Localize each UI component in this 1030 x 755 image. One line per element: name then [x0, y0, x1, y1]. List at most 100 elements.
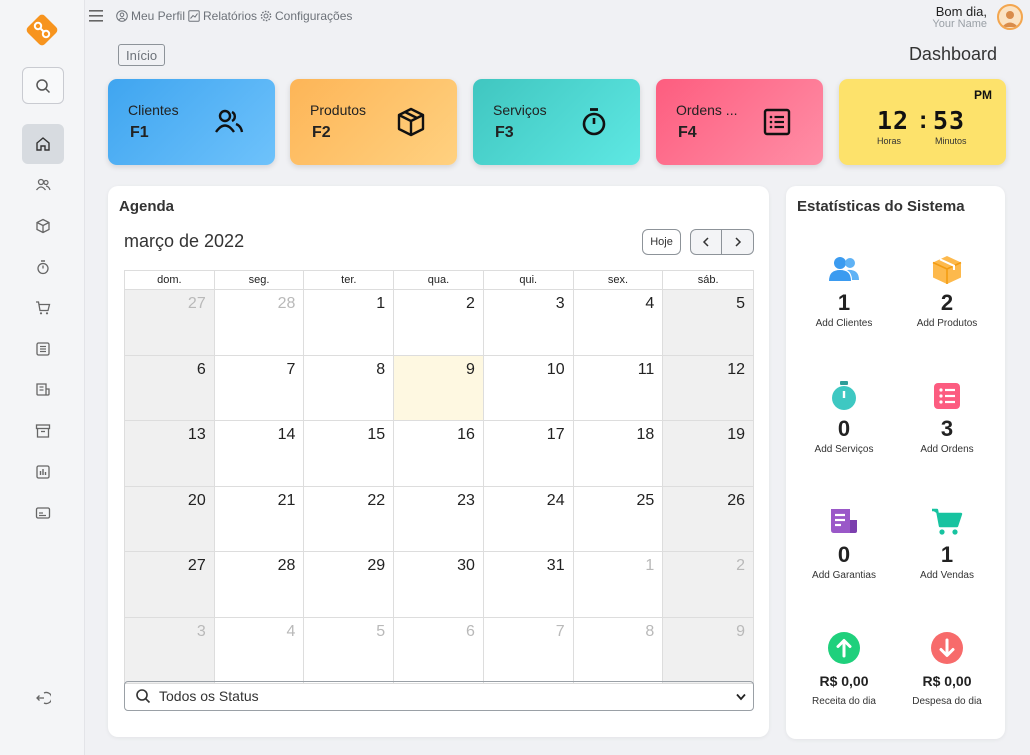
- calendar-day[interactable]: 2: [394, 290, 484, 355]
- chevron-down-icon: [736, 693, 746, 701]
- stat-add-warranties[interactable]: 0 Add Garantias: [794, 505, 894, 581]
- logout-icon: [36, 691, 51, 705]
- sidebar-item-id-card[interactable]: [22, 493, 64, 533]
- breadcrumb[interactable]: Início: [118, 44, 166, 66]
- stat-add-products[interactable]: 2 Add Produtos: [897, 253, 997, 329]
- calendar-day[interactable]: 11: [574, 355, 664, 420]
- stat-add-services[interactable]: 0 Add Serviços: [794, 379, 894, 455]
- calendar-day[interactable]: 1: [574, 552, 664, 617]
- stat-daily-revenue[interactable]: R$ 0,00 Receita do dia: [794, 631, 894, 707]
- calendar-day[interactable]: 31: [484, 552, 574, 617]
- sidebar-item-logout[interactable]: [22, 678, 64, 718]
- calendar-day[interactable]: 22: [304, 486, 395, 551]
- calendar-day[interactable]: 21: [215, 486, 305, 551]
- receipt-icon: [831, 509, 857, 533]
- menu-toggle-icon[interactable]: [89, 10, 103, 22]
- calendar-day[interactable]: 9: [663, 617, 754, 683]
- sidebar-item-home[interactable]: [22, 124, 64, 164]
- box-icon: [932, 256, 962, 284]
- settings-link[interactable]: Configurações: [260, 9, 352, 23]
- calendar-day[interactable]: 6: [125, 355, 215, 420]
- stat-add-orders[interactable]: 3 Add Ordens: [897, 379, 997, 455]
- reports-link[interactable]: Relatórios: [188, 9, 257, 23]
- sidebar: [0, 0, 85, 755]
- calendar-day[interactable]: 3: [125, 617, 215, 683]
- sidebar-item-clients[interactable]: [22, 165, 64, 205]
- calendar-day[interactable]: 4: [215, 617, 305, 683]
- calendar-day[interactable]: 8: [304, 355, 395, 420]
- status-filter-select[interactable]: Todos os Status: [124, 681, 754, 711]
- sidebar-item-reports[interactable]: [22, 452, 64, 492]
- calendar-day[interactable]: 3: [484, 290, 574, 355]
- calendar-day[interactable]: 16: [394, 421, 484, 486]
- settings-link-label: Configurações: [275, 9, 353, 23]
- calendar-day[interactable]: 28: [215, 552, 305, 617]
- calendar-day[interactable]: 18: [574, 421, 664, 486]
- sidebar-item-warranties[interactable]: [22, 370, 64, 410]
- calendar-day[interactable]: 30: [394, 552, 484, 617]
- today-button[interactable]: Hoje: [642, 229, 681, 255]
- calendar-week: 27 28 29 30 31 1 2: [125, 552, 754, 618]
- calendar-day[interactable]: 20: [125, 486, 215, 551]
- calendar-day[interactable]: 12: [663, 355, 754, 420]
- greeting-text: Bom dia,: [935, 4, 987, 19]
- calendar-day[interactable]: 5: [304, 617, 395, 683]
- sidebar-item-services[interactable]: [22, 247, 64, 287]
- clock-hours-label: Horas: [877, 136, 902, 146]
- stats-title: Estatísticas do Sistema: [797, 198, 965, 215]
- calendar-day[interactable]: 24: [484, 486, 574, 551]
- calendar-day[interactable]: 14: [215, 421, 305, 486]
- calendar-day[interactable]: 29: [304, 552, 395, 617]
- shortcut-card-clients[interactable]: Clientes F1: [108, 79, 275, 165]
- clock-card: PM 12 : 53 Horas Minutos: [839, 79, 1006, 165]
- calendar-day[interactable]: 2: [663, 552, 754, 617]
- stat-label: Add Clientes: [815, 318, 873, 329]
- calendar-day[interactable]: 4: [574, 290, 664, 355]
- stat-label: Receita do dia: [812, 696, 876, 707]
- list-icon: [36, 342, 50, 356]
- app-logo-icon[interactable]: [24, 12, 60, 48]
- shortcut-key: F4: [678, 124, 697, 141]
- calendar-day[interactable]: 5: [663, 290, 754, 355]
- calendar-day[interactable]: 7: [215, 355, 305, 420]
- shortcut-card-orders[interactable]: Ordens ... F4: [656, 79, 823, 165]
- calendar-day[interactable]: 19: [663, 421, 754, 486]
- calendar-day[interactable]: 17: [484, 421, 574, 486]
- calendar-grid: dom. seg. ter. qua. qui. sex. sáb. 27 28…: [124, 270, 754, 684]
- calendar-day[interactable]: 27: [125, 290, 215, 355]
- calendar-day[interactable]: 23: [394, 486, 484, 551]
- previous-month-button[interactable]: [690, 229, 722, 255]
- profile-link[interactable]: Meu Perfil: [116, 9, 185, 23]
- users-icon: [215, 109, 244, 133]
- sidebar-item-orders[interactable]: [22, 329, 64, 369]
- weekday-label: ter.: [304, 271, 395, 289]
- calendar-day[interactable]: 1: [304, 290, 395, 355]
- calendar-day[interactable]: 8: [574, 617, 664, 683]
- stat-value: 3: [940, 416, 954, 441]
- shortcut-card-products[interactable]: Produtos F2: [290, 79, 457, 165]
- stat-add-clients[interactable]: 1 Add Clientes: [794, 253, 894, 329]
- sidebar-search-button[interactable]: [22, 67, 64, 104]
- stat-daily-expense[interactable]: R$ 0,00 Despesa do dia: [897, 631, 997, 707]
- shortcut-key: F2: [312, 124, 331, 141]
- calendar-day[interactable]: 6: [394, 617, 484, 683]
- clock-minutes: 53: [933, 106, 966, 135]
- calendar-day[interactable]: 10: [484, 355, 574, 420]
- calendar-day[interactable]: 7: [484, 617, 574, 683]
- sidebar-item-sales[interactable]: [22, 288, 64, 328]
- sidebar-item-archive[interactable]: [22, 411, 64, 451]
- avatar[interactable]: [997, 4, 1023, 30]
- calendar-day[interactable]: 13: [125, 421, 215, 486]
- calendar-day-today[interactable]: 9: [394, 355, 484, 420]
- calendar-day[interactable]: 15: [304, 421, 395, 486]
- calendar-day[interactable]: 28: [215, 290, 305, 355]
- shortcut-card-services[interactable]: Serviços F3: [473, 79, 640, 165]
- calendar-day[interactable]: 25: [574, 486, 664, 551]
- calendar-day[interactable]: 27: [125, 552, 215, 617]
- calendar-day[interactable]: 26: [663, 486, 754, 551]
- sidebar-item-products[interactable]: [22, 206, 64, 246]
- next-month-button[interactable]: [722, 229, 754, 255]
- stat-add-sales[interactable]: 1 Add Vendas: [897, 505, 997, 581]
- clock-minutes-label: Minutos: [935, 136, 967, 146]
- user-greeting[interactable]: Bom dia, Your Name: [932, 4, 987, 30]
